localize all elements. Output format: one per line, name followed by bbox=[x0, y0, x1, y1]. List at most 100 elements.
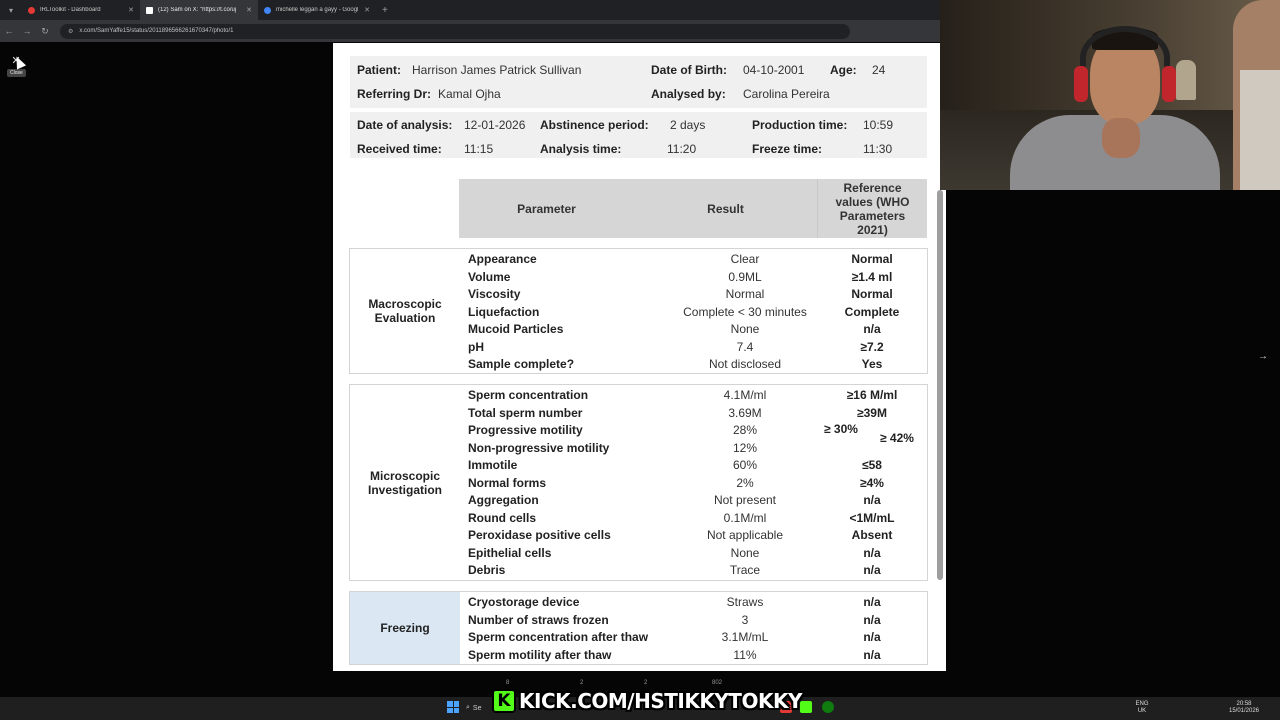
parameter-cell: Sperm concentration bbox=[468, 388, 589, 402]
column-header-result: Result bbox=[707, 201, 744, 216]
table-row: Sperm concentration 4.1M/ml ≥16 M/ml bbox=[350, 388, 929, 406]
reply-count[interactable]: 8 bbox=[506, 680, 509, 686]
production-time-value: 10:59 bbox=[863, 118, 894, 132]
next-arrow-icon[interactable]: → bbox=[1258, 351, 1268, 362]
table-row: Cryostorage device Straws n/a bbox=[350, 595, 929, 613]
column-header-reference: Reference values (WHO Parameters 2021) bbox=[817, 179, 927, 238]
tab-favicon-icon bbox=[146, 6, 153, 14]
back-arrow-icon[interactable]: ← bbox=[0, 26, 18, 36]
reload-icon[interactable]: ↻ bbox=[36, 26, 54, 37]
received-time-label: Received time: bbox=[357, 142, 442, 156]
lang-text: ENG bbox=[1135, 701, 1149, 707]
table-row: Normal forms 2% ≥4% bbox=[350, 476, 929, 494]
reference-cell: n/a bbox=[863, 563, 881, 577]
reference-cell: ≥39M bbox=[857, 405, 887, 420]
parameter-cell: Progressive motility bbox=[468, 423, 583, 437]
webcam-lamp bbox=[1176, 60, 1196, 100]
semen-analysis-report: Patient: Harrison James Patrick Sullivan… bbox=[333, 43, 946, 671]
reference-cell: Complete bbox=[844, 304, 900, 319]
analysis-time-value: 11:20 bbox=[667, 142, 697, 156]
parameter-cell: Liquefaction bbox=[468, 304, 540, 319]
parameter-cell: Viscosity bbox=[468, 287, 521, 301]
forward-arrow-icon[interactable]: → bbox=[18, 26, 36, 36]
tab-search-chevron-icon[interactable]: ▾ bbox=[0, 0, 22, 20]
analysed-by-value: Carolina Pereira bbox=[743, 87, 830, 101]
image-scrollbar[interactable] bbox=[937, 190, 943, 580]
table-row: Mucoid Particles None n/a bbox=[350, 322, 929, 340]
like-count[interactable]: 2 bbox=[644, 680, 647, 686]
table-header: Parameter Result Reference values (WHO P… bbox=[459, 179, 927, 238]
table-row: Volume 0.9ML ≥1.4 ml bbox=[350, 270, 929, 288]
analysis-date-value: 12-01-2026 bbox=[464, 118, 526, 132]
site-info-icon[interactable]: ⚙ bbox=[68, 28, 73, 35]
reference-cell: Normal bbox=[851, 287, 893, 301]
reference-cell: Normal bbox=[851, 252, 893, 266]
taskbar-clock[interactable]: 20:58 15/01/2026 bbox=[1222, 701, 1266, 715]
tab-0[interactable]: IRLToolkit - Dashboard ✕ bbox=[22, 0, 140, 20]
close-tooltip: Close bbox=[7, 69, 26, 77]
screen: { "browser": { "tabs": [ {"label": "IRLT… bbox=[0, 0, 1280, 720]
table-row: Non-progressive motility 12% bbox=[350, 441, 929, 459]
windows-start-icon[interactable] bbox=[447, 701, 459, 713]
new-tab-icon[interactable]: + bbox=[382, 5, 388, 16]
language-indicator[interactable]: ENG UK bbox=[1135, 701, 1149, 715]
parameter-cell: Sperm concentration after thaw bbox=[468, 630, 649, 644]
reference-cell: n/a bbox=[863, 493, 881, 507]
url-text: x.com/SamYaffe15/status/2011896566261670… bbox=[79, 28, 234, 34]
reference-cell: Yes bbox=[861, 357, 883, 371]
reference-cell: <1M/mL bbox=[849, 510, 895, 525]
timing-info-block: Date of analysis: 12-01-2026 Abstinence … bbox=[350, 112, 927, 158]
patient-info-block: Patient: Harrison James Patrick Sullivan… bbox=[350, 56, 927, 108]
parameter-cell: Cryostorage device bbox=[468, 595, 580, 609]
tab-close-icon[interactable]: ✕ bbox=[246, 6, 252, 14]
table-row: Sperm motility after thaw 11% n/a bbox=[350, 648, 929, 666]
parameter-cell: Number of straws frozen bbox=[468, 612, 609, 627]
browser-tab-bar: ▾ IRLToolkit - Dashboard ✕ (12) Sam on X… bbox=[0, 0, 940, 20]
region-text: UK bbox=[1137, 708, 1147, 714]
kick-banner: K KICK.COM/HSTIKKYTOKKY bbox=[492, 688, 802, 714]
reference-cell: n/a bbox=[863, 612, 881, 627]
reference-cell: ≥4% bbox=[860, 475, 884, 490]
parameter-cell: Debris bbox=[468, 563, 506, 577]
tab-2[interactable]: michelle leggan a gayy - Googl ✕ bbox=[258, 0, 376, 20]
tab-favicon-icon bbox=[264, 6, 271, 14]
parameter-cell: Appearance bbox=[468, 252, 537, 266]
headset-earcup-right bbox=[1162, 66, 1176, 102]
table-row: Epithelial cells None n/a bbox=[350, 546, 929, 564]
parameter-cell: Immotile bbox=[468, 458, 518, 472]
table-row: Total sperm number 3.69M ≥39M bbox=[350, 406, 929, 424]
reference-cell: ≥1.4 ml bbox=[851, 269, 893, 284]
tab-1[interactable]: (12) Sam on X: "https://t.co/uj ✕ bbox=[140, 0, 258, 20]
age-label: Age: bbox=[830, 63, 857, 77]
tab-close-icon[interactable]: ✕ bbox=[364, 6, 370, 14]
table-row: Round cells 0.1M/ml <1M/mL bbox=[350, 511, 929, 529]
parameter-cell: Round cells bbox=[468, 510, 537, 525]
table-row: Appearance Clear Normal bbox=[350, 252, 929, 270]
parameter-cell: Mucoid Particles bbox=[468, 322, 564, 336]
reference-cell: Absent bbox=[851, 528, 893, 542]
tab-close-icon[interactable]: ✕ bbox=[128, 6, 134, 14]
table-row: Viscosity Normal Normal bbox=[350, 287, 929, 305]
dob-value: 04-10-2001 bbox=[743, 63, 805, 77]
table-row: Sperm concentration after thaw 3.1M/mL n/a bbox=[350, 630, 929, 648]
reference-cell: n/a bbox=[863, 595, 881, 609]
table-row: pH 7.4 ≥7.2 bbox=[350, 340, 929, 358]
section-microscopic: Microscopic Investigation Sperm concentr… bbox=[349, 384, 928, 581]
result-cell: 28% bbox=[732, 423, 758, 437]
repost-count[interactable]: 2 bbox=[580, 680, 583, 686]
total-motility-reference: ≥ 42% bbox=[880, 431, 914, 445]
age-value: 24 bbox=[872, 63, 886, 77]
url-field[interactable]: ⚙ x.com/SamYaffe15/status/20118965662616… bbox=[60, 23, 850, 39]
parameter-cell: pH bbox=[468, 339, 484, 354]
analysed-by-label: Analysed by: bbox=[651, 87, 726, 101]
xbox-icon[interactable] bbox=[822, 701, 834, 713]
search-label: Se bbox=[472, 704, 482, 712]
parameter-cell: Epithelial cells bbox=[468, 545, 552, 560]
parameter-cell: Aggregation bbox=[468, 493, 539, 507]
view-count[interactable]: 802 bbox=[712, 680, 722, 686]
reference-cell: ≤58 bbox=[862, 458, 882, 472]
referring-dr-label: Referring Dr: bbox=[357, 87, 432, 101]
table-row: Immotile 60% ≤58 bbox=[350, 458, 929, 476]
parameter-cell: Peroxidase positive cells bbox=[468, 528, 611, 542]
reference-cell: n/a bbox=[863, 545, 881, 560]
